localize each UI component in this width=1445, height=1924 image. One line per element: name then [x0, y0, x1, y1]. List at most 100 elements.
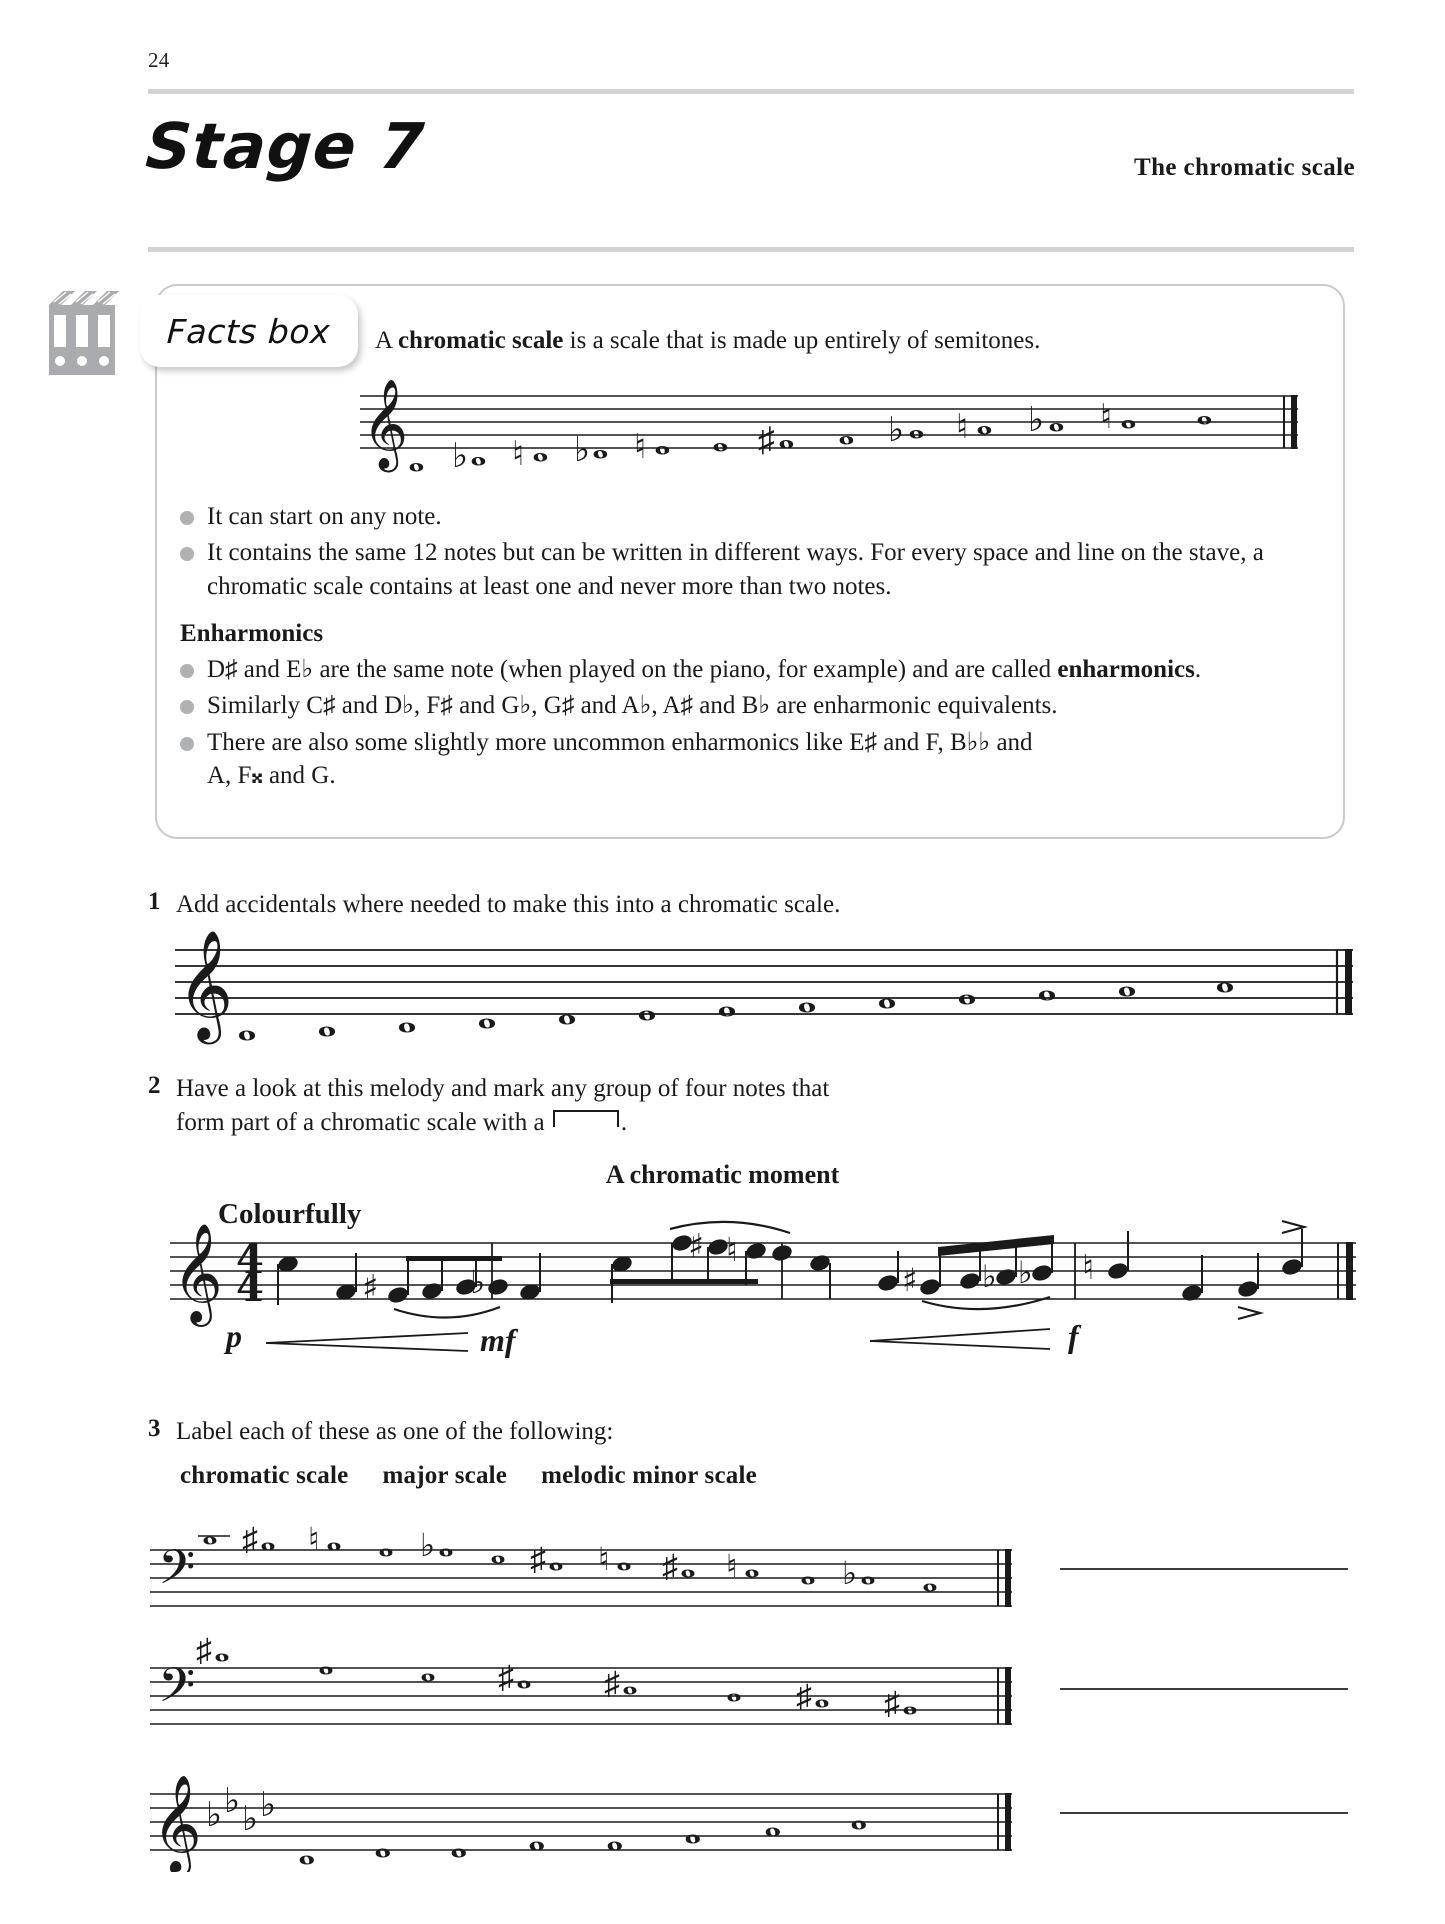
svg-text:♭: ♭: [452, 438, 468, 475]
enharmonics-bullet-2: Similarly C♯ and D♭, F♯ and G♭, G♯ and A…: [207, 692, 1058, 720]
svg-text:♮: ♮: [1100, 399, 1112, 436]
page-number: 24: [148, 48, 170, 72]
svg-text:𝅝: 𝅝: [797, 967, 817, 1023]
svg-text:𝅝: 𝅝: [260, 1514, 276, 1559]
enharmonics-list: D♯ and E♭ are the same note (when played…: [180, 653, 1300, 795]
svg-text:♮: ♮: [308, 1521, 319, 1557]
page-title: Stage 7: [143, 110, 428, 183]
key-signature: ♭ ♭ ♭ ♭: [206, 1783, 276, 1838]
svg-text:𝅝: 𝅝: [1120, 392, 1137, 438]
svg-text:♯: ♯: [902, 1261, 917, 1299]
svg-text:𝅝: 𝅝: [860, 1548, 876, 1593]
question-2-line2: form part of a chromatic scale with a .: [176, 1106, 829, 1140]
list-item: It contains the same 12 notes but can be…: [180, 536, 1300, 603]
svg-text:𝅝: 𝅝: [976, 398, 993, 444]
question-2-line1: Have a look at this melody and mark any …: [176, 1075, 830, 1102]
facts-intro-prefix: A: [375, 327, 398, 354]
bullet-dot-icon: [180, 664, 194, 678]
svg-text:♭: ♭: [574, 432, 590, 469]
question-1: 1 Add accidentals where needed to make t…: [148, 888, 840, 922]
answer-line-1[interactable]: [1060, 1568, 1348, 1570]
svg-text:♯: ♯: [530, 1541, 546, 1577]
svg-text:𝅝: 𝅝: [654, 418, 671, 464]
dynamic-f: f: [1068, 1318, 1082, 1354]
svg-text:♮: ♮: [512, 436, 524, 473]
question-2-melody-stave[interactable]: Colourfully 𝄞 4 4 ♯ ♭ ♯ ♮ ♯ ♭ ♭ ♮ p mf f: [170, 1195, 1360, 1385]
svg-text:𝄞: 𝄞: [152, 1774, 202, 1872]
svg-text:𝅝: 𝅝: [1117, 951, 1137, 1007]
svg-text:𝅝: 𝅝: [326, 1514, 342, 1559]
svg-text:𝄞: 𝄞: [172, 1223, 223, 1327]
svg-text:𝅝: 𝅝: [408, 435, 425, 480]
svg-text:𝅝: 𝅝: [838, 408, 855, 454]
facts-bullet-2: It contains the same 12 notes but can be…: [207, 539, 1264, 600]
option-major-scale: major scale: [382, 1462, 508, 1489]
svg-text:𝅝: 𝅝: [557, 979, 577, 1035]
svg-text:♭: ♭: [888, 412, 904, 449]
option-chromatic-scale: chromatic scale: [180, 1462, 349, 1489]
question-2-line2-pre: form part of a chromatic scale with a: [176, 1109, 551, 1136]
svg-text:𝅝: 𝅝: [378, 1520, 394, 1565]
svg-text:𝅝: 𝅝: [450, 1818, 467, 1867]
svg-text:𝄞: 𝄞: [362, 379, 408, 473]
svg-text:𝅝: 𝅝: [532, 425, 549, 471]
question-1-stave[interactable]: 𝄞 𝅝 𝅝 𝅝 𝅝 𝅝 𝅝 𝅝 𝅝 𝅝 𝅝 𝅝 𝅝 𝅝: [175, 928, 1355, 1053]
svg-text:♭: ♭: [206, 1797, 222, 1834]
svg-text:𝅝: 𝅝: [490, 1527, 506, 1572]
bullet-dot-icon: [180, 736, 194, 751]
svg-text:𝅝: 𝅝: [374, 1818, 391, 1867]
svg-text:𝅝: 𝅝: [902, 1678, 918, 1723]
question-3-stave-1[interactable]: 𝄢 𝅝 ♯ 𝅝 ♮ 𝅝 𝅝 ♭ 𝅝 𝅝 ♯ 𝅝 ♮ 𝅝 ♯ 𝅝 ♮ 𝅝 𝅝 ♭ …: [150, 1508, 1030, 1625]
question-2-number: 2: [148, 1072, 161, 1099]
svg-text:♮: ♮: [956, 409, 968, 446]
enharmonics-bullet-1-pre: D♯ and E♭ are the same note (when played…: [207, 656, 1058, 683]
question-3-stave-3[interactable]: 𝄞 ♭ ♭ ♭ ♭ 𝅝 𝅝 𝅝 𝅝 𝅝 𝅝 𝅝 𝅝: [150, 1752, 1030, 1877]
facts-box-label-text: Facts box: [166, 311, 332, 351]
header-rule-top: [148, 89, 1354, 94]
svg-text:𝅝: 𝅝: [202, 1510, 218, 1553]
svg-text:♮: ♮: [726, 1230, 738, 1269]
answer-line-3[interactable]: [1060, 1812, 1348, 1814]
header-topic-title: The chromatic scale: [1134, 154, 1355, 181]
facts-intro-text: A chromatic scale is a scale that is mad…: [375, 325, 1040, 358]
svg-text:𝅝: 𝅝: [744, 1541, 760, 1586]
svg-text:♯: ♯: [362, 1268, 378, 1308]
svg-text:𝅝: 𝅝: [214, 1630, 230, 1670]
svg-text:𝅝: 𝅝: [922, 1555, 938, 1600]
svg-text:♭: ♭: [260, 1787, 276, 1824]
svg-text:𝅝: 𝅝: [548, 1534, 564, 1579]
bullet-dot-icon: [180, 700, 194, 715]
mark-bracket-icon: [552, 1110, 619, 1127]
svg-text:♯: ♯: [884, 1685, 900, 1721]
melody-title: A chromatic moment: [605, 1160, 840, 1189]
option-melodic-minor-scale: melodic minor scale: [541, 1462, 757, 1489]
svg-text:𝅝: 𝅝: [1196, 388, 1213, 434]
svg-text:𝅝: 𝅝: [318, 1638, 334, 1683]
svg-text:𝅝: 𝅝: [516, 1652, 532, 1697]
header-rule-bottom: [148, 247, 1354, 252]
dynamic-p: p: [223, 1318, 242, 1354]
svg-text:𝅝: 𝅝: [680, 1541, 696, 1586]
svg-text:𝄢: 𝄢: [158, 1657, 195, 1725]
svg-text:♭: ♭: [1018, 1255, 1033, 1291]
svg-text:𝅝: 𝅝: [606, 1811, 623, 1860]
svg-text:𝅝: 𝅝: [850, 1790, 867, 1839]
svg-text:♯: ♯: [196, 1632, 212, 1668]
svg-text:𝅝: 𝅝: [298, 1825, 315, 1872]
svg-text:♮: ♮: [598, 1541, 609, 1577]
svg-text:♯: ♯: [604, 1665, 620, 1701]
facts-intro-suffix: is a scale that is made up entirely of s…: [563, 327, 1041, 354]
enharmonics-bullet-3: There are also some slightly more uncomm…: [207, 728, 1033, 789]
answer-line-2[interactable]: [1060, 1688, 1348, 1690]
svg-text:♯: ♯: [796, 1678, 812, 1714]
svg-text:♯: ♯: [688, 1226, 704, 1265]
svg-text:𝅝: 𝅝: [528, 1811, 545, 1860]
svg-text:♯: ♯: [242, 1521, 258, 1557]
svg-text:𝅝: 𝅝: [726, 1665, 742, 1710]
svg-text:♭: ♭: [982, 1259, 997, 1295]
svg-text:𝅝: 𝅝: [1048, 395, 1065, 441]
question-3-stave-2[interactable]: 𝄢 ♯ 𝅝 𝅝 𝅝 ♯ 𝅝 ♯ 𝅝 𝅝 ♯ 𝅝 ♯ 𝅝: [150, 1625, 1030, 1745]
svg-text:𝄞: 𝄞: [177, 930, 233, 1045]
svg-text:𝅝: 𝅝: [470, 429, 487, 475]
list-item: D♯ and E♭ are the same note (when played…: [180, 653, 1300, 686]
